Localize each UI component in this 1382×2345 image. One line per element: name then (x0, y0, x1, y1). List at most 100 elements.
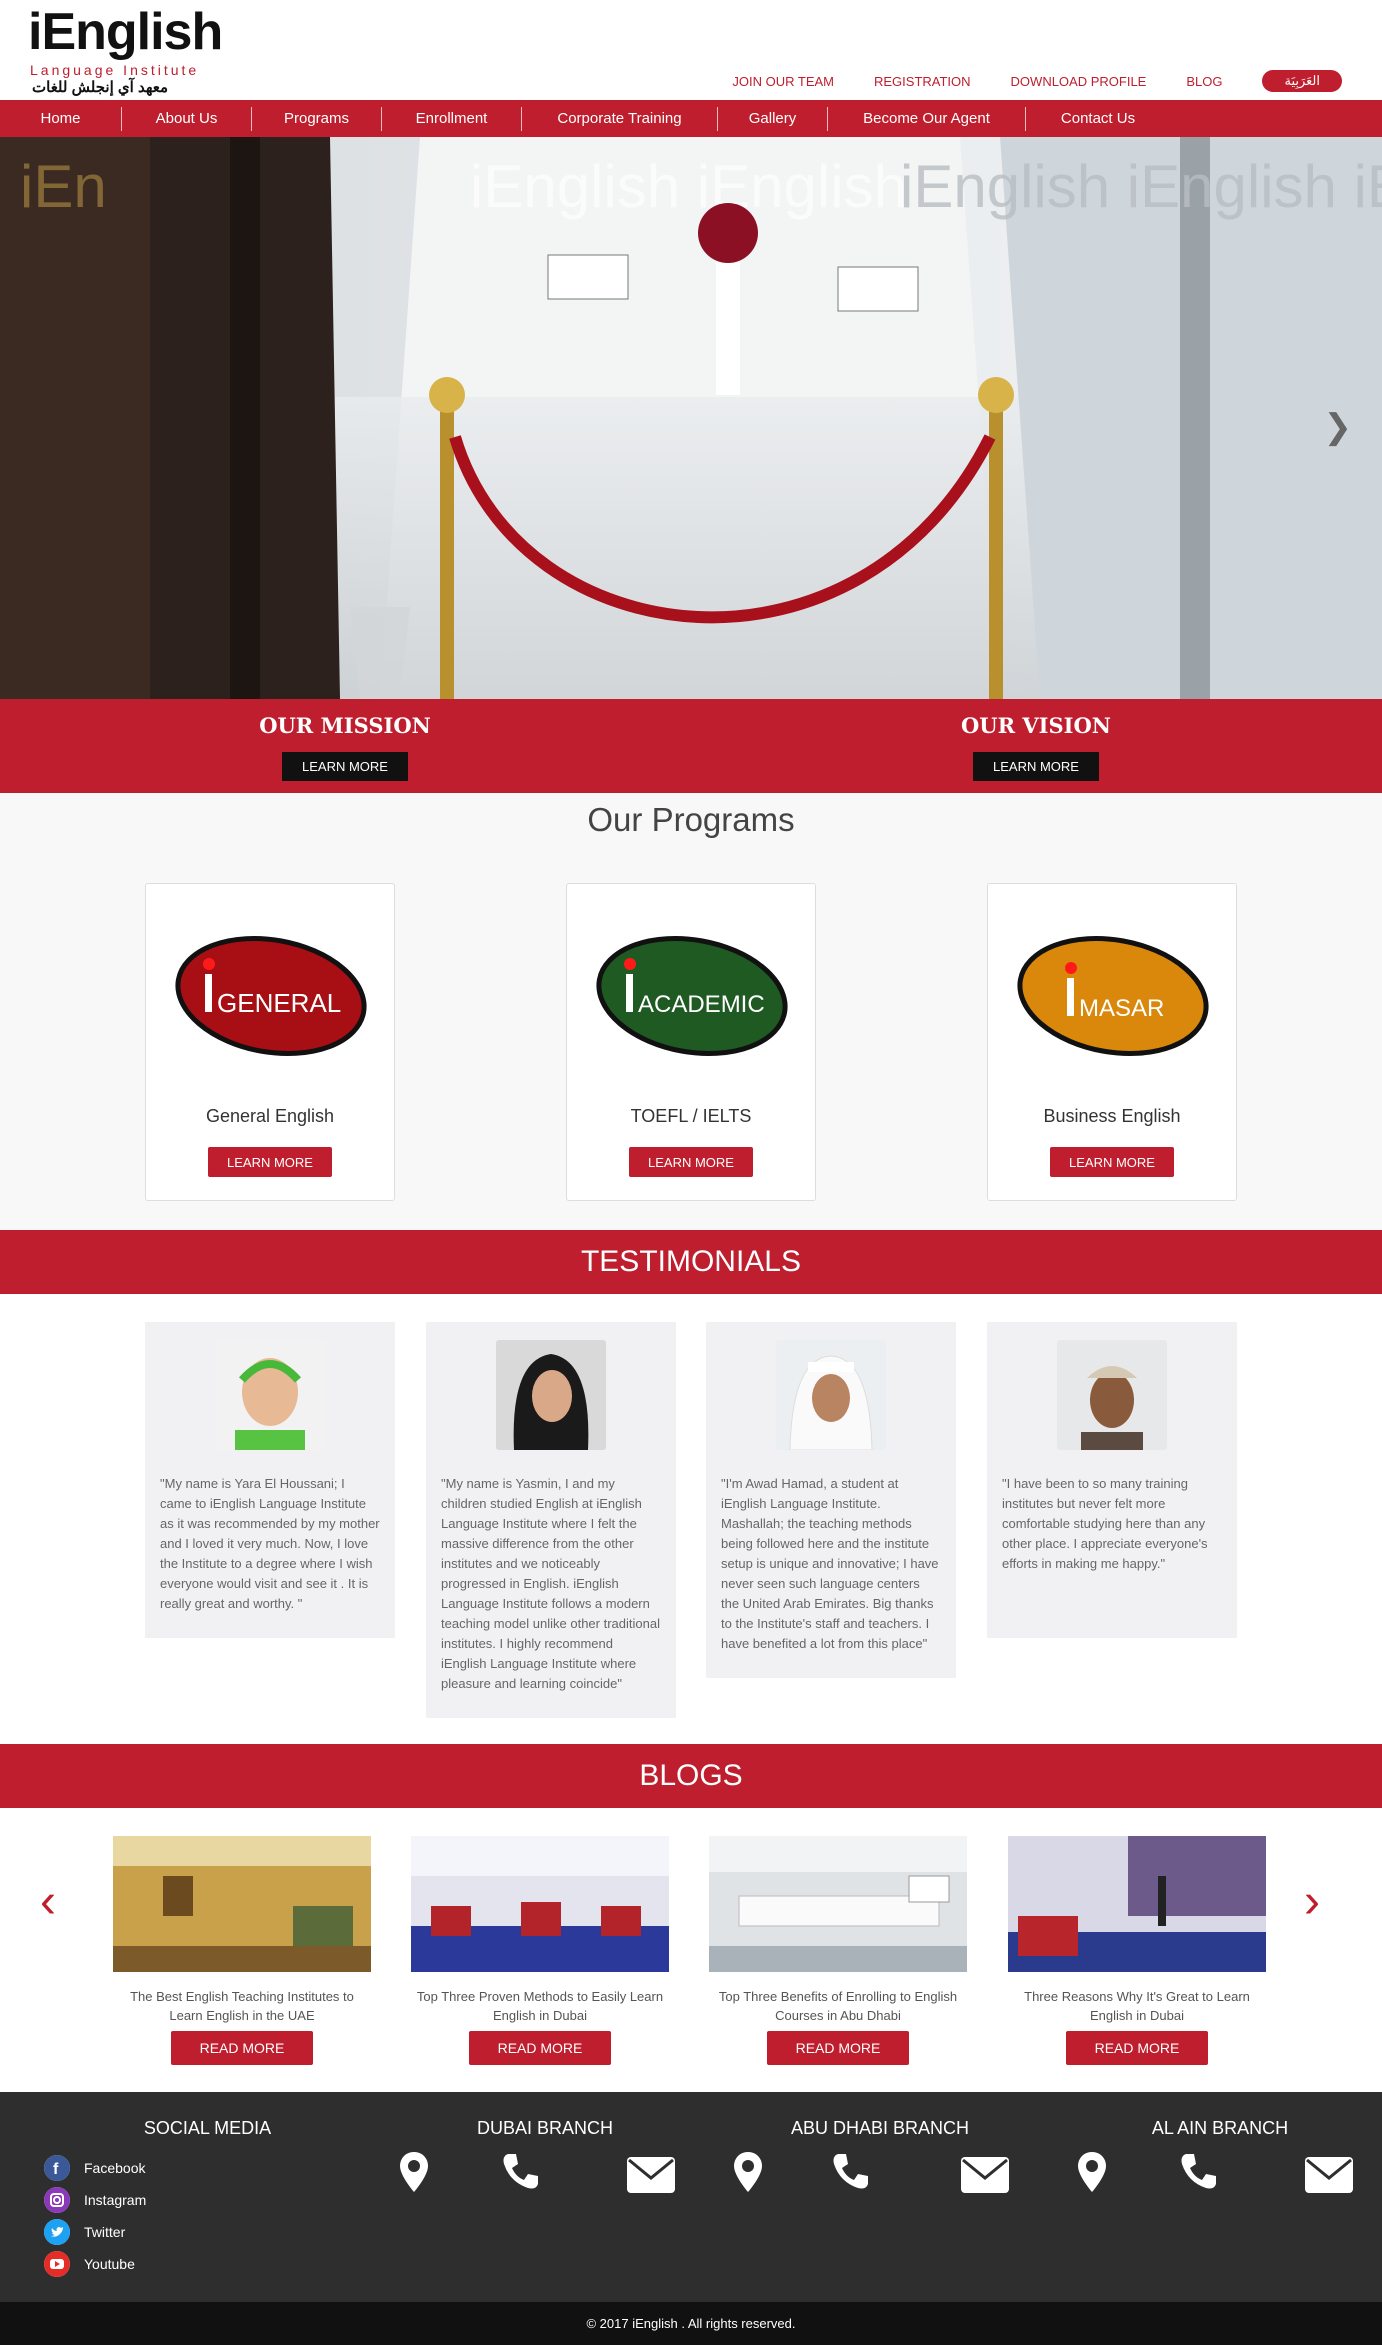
testimonial-text: "My name is Yara El Houssani; I came to … (160, 1476, 380, 1611)
social-facebook-label: Facebook (84, 2160, 146, 2176)
avatar (776, 1340, 886, 1450)
nav-programs[interactable]: Programs (252, 106, 382, 131)
top-links: JOIN OUR TEAM REGISTRATION DOWNLOAD PROF… (732, 70, 1342, 92)
site-footer: SOCIAL MEDIA DUBAI BRANCH ABU DHABI BRAN… (0, 2092, 1382, 2332)
academic-logo-text: ACADEMIC (638, 991, 765, 1018)
logo-subtitle: Language Institute (30, 62, 200, 78)
vision-title: OUR VISION (961, 713, 1111, 738)
email-icon[interactable] (626, 2156, 676, 2194)
blog-image (411, 1836, 669, 1972)
blog-read-more-button[interactable]: READ MORE (1066, 2031, 1208, 2065)
program-academic-learn-more-button[interactable]: LEARN MORE (629, 1147, 753, 1177)
svg-text:iEn: iEn (20, 153, 107, 220)
social-instagram-label: Instagram (84, 2192, 147, 2208)
copyright-text: © 2017 iEnglish . All rights reserved. (0, 2302, 1382, 2345)
logo-brand: iEnglish (28, 3, 223, 61)
avatar (1057, 1340, 1167, 1450)
nav-become-our-agent[interactable]: Become Our Agent (828, 106, 1026, 131)
testimonials-heading: TESTIMONIALS (0, 1230, 1382, 1294)
blog-image (709, 1836, 967, 1972)
social-twitter[interactable]: Twitter (44, 2216, 146, 2248)
top-link-join-our-team[interactable]: JOIN OUR TEAM (732, 74, 834, 89)
program-general-learn-more-button[interactable]: LEARN MORE (208, 1147, 332, 1177)
dubai-branch-heading: DUBAI BRANCH (476, 2118, 614, 2138)
blog-title[interactable]: Top Three Proven Methods to Easily Learn… (411, 1987, 669, 2027)
top-link-registration[interactable]: REGISTRATION (874, 74, 971, 89)
nav-enrollment[interactable]: Enrollment (382, 106, 522, 131)
location-pin-icon[interactable] (398, 2150, 430, 2194)
blog-image (1008, 1836, 1266, 1972)
site-header: iEnglish Language Institute معهد آي إنجل… (0, 0, 1382, 100)
program-name-general: General English (205, 1106, 335, 1126)
nav-gallery[interactable]: Gallery (718, 106, 828, 131)
phone-icon[interactable] (830, 2150, 872, 2192)
programs-section: Our Programs GENERAL General English LEA… (0, 793, 1382, 1230)
email-icon[interactable] (960, 2156, 1010, 2194)
blog-read-more-button[interactable]: READ MORE (469, 2031, 611, 2065)
nav-about-us[interactable]: About Us (122, 106, 252, 131)
blog-card[interactable]: Top Three Proven Methods to Easily Learn… (411, 1836, 669, 2065)
mission-learn-more-button[interactable]: LEARN MORE (282, 752, 408, 781)
avatar (215, 1340, 325, 1450)
location-pin-icon[interactable] (732, 2150, 764, 2194)
masar-logo-text: MASAR (1079, 995, 1164, 1022)
blogs-heading: BLOGS (0, 1744, 1382, 1808)
avatar (496, 1340, 606, 1450)
program-name-academic: TOEFL / IELTS (630, 1106, 752, 1126)
svg-text:f: f (53, 2161, 59, 2178)
blog-card[interactable]: Three Reasons Why It's Great to Learn En… (1008, 1836, 1266, 2065)
abu-dhabi-branch-heading: ABU DHABI BRANCH (790, 2118, 970, 2138)
social-facebook[interactable]: f Facebook (44, 2152, 146, 2184)
social-youtube[interactable]: Youtube (44, 2248, 146, 2280)
instagram-icon (44, 2187, 70, 2213)
testimonial-card: "My name is Yasmin, I and my children st… (426, 1322, 676, 1718)
program-masar-learn-more-button[interactable]: LEARN MORE (1050, 1147, 1174, 1177)
logo-arabic: معهد آي إنجلش للغات (32, 79, 169, 96)
blog-read-more-button[interactable]: READ MORE (171, 2031, 313, 2065)
location-pin-icon[interactable] (1076, 2150, 1108, 2194)
program-card-masar[interactable]: MASAR Business English LEARN MORE (987, 883, 1237, 1201)
email-icon[interactable] (1304, 2156, 1354, 2194)
social-twitter-label: Twitter (84, 2224, 126, 2240)
hero-image: iEnglish iEnglish iEnglish iEnglish iEn … (0, 137, 1382, 699)
nav-home[interactable]: Home (0, 106, 122, 131)
social-instagram[interactable]: Instagram (44, 2184, 146, 2216)
blog-card[interactable]: Top Three Benefits of Enrolling to Engli… (709, 1836, 967, 2065)
blog-title[interactable]: The Best English Teaching Institutes to … (113, 1987, 371, 2027)
academic-program-logo: ACADEMIC (596, 935, 788, 1057)
program-card-general[interactable]: GENERAL General English LEARN MORE (145, 883, 395, 1201)
arabic-language-button[interactable]: العَرَبِيَة (1262, 70, 1342, 92)
hero-next-arrow[interactable]: ❯ (1324, 407, 1353, 447)
blogs-prev-arrow[interactable]: ‹ (40, 1878, 56, 1926)
svg-text:iEnglish iEnglish iEn: iEnglish iEnglish iEn (900, 153, 1382, 220)
blog-read-more-button[interactable]: READ MORE (767, 2031, 909, 2065)
site-logo[interactable]: iEnglish Language Institute معهد آي إنجل… (28, 6, 223, 96)
social-links: f Facebook Instagram Twitter Youtube (44, 2152, 146, 2280)
blog-title[interactable]: Three Reasons Why It's Great to Learn En… (1008, 1987, 1266, 2027)
blog-card[interactable]: The Best English Teaching Institutes to … (113, 1836, 371, 2065)
blog-image (113, 1836, 371, 1972)
nav-contact-us[interactable]: Contact Us (1026, 107, 1170, 131)
phone-icon[interactable] (500, 2150, 542, 2192)
blogs-next-arrow[interactable]: › (1304, 1878, 1320, 1926)
testimonial-card: "My name is Yara El Houssani; I came to … (145, 1322, 395, 1638)
social-media-heading: SOCIAL MEDIA (143, 2118, 272, 2138)
top-link-blog[interactable]: BLOG (1186, 74, 1222, 89)
program-card-academic[interactable]: ACADEMIC TOEFL / IELTS LEARN MORE (566, 883, 816, 1201)
testimonial-card: "I have been to so many training institu… (987, 1322, 1237, 1638)
program-name-masar: Business English (1043, 1106, 1181, 1126)
testimonial-text: "I'm Awad Hamad, a student at iEnglish L… (721, 1476, 939, 1651)
phone-icon[interactable] (1178, 2150, 1220, 2192)
vision-learn-more-button[interactable]: LEARN MORE (973, 752, 1099, 781)
top-link-download-profile[interactable]: DOWNLOAD PROFILE (1011, 74, 1147, 89)
nav-corporate-training[interactable]: Corporate Training (522, 106, 718, 131)
main-nav: Home About Us Programs Enrollment Corpor… (0, 100, 1382, 137)
twitter-icon (44, 2219, 70, 2245)
mission-vision-section: OUR MISSION LEARN MORE OUR VISION LEARN … (0, 699, 1382, 793)
youtube-icon (44, 2251, 70, 2277)
blog-title[interactable]: Top Three Benefits of Enrolling to Engli… (709, 1987, 967, 2027)
testimonial-text: "My name is Yasmin, I and my children st… (441, 1476, 660, 1691)
testimonial-text: "I have been to so many training institu… (1002, 1476, 1208, 1571)
facebook-icon: f (44, 2155, 70, 2181)
hero-slider[interactable]: iEnglish iEnglish iEnglish iEnglish iEn … (0, 137, 1382, 699)
